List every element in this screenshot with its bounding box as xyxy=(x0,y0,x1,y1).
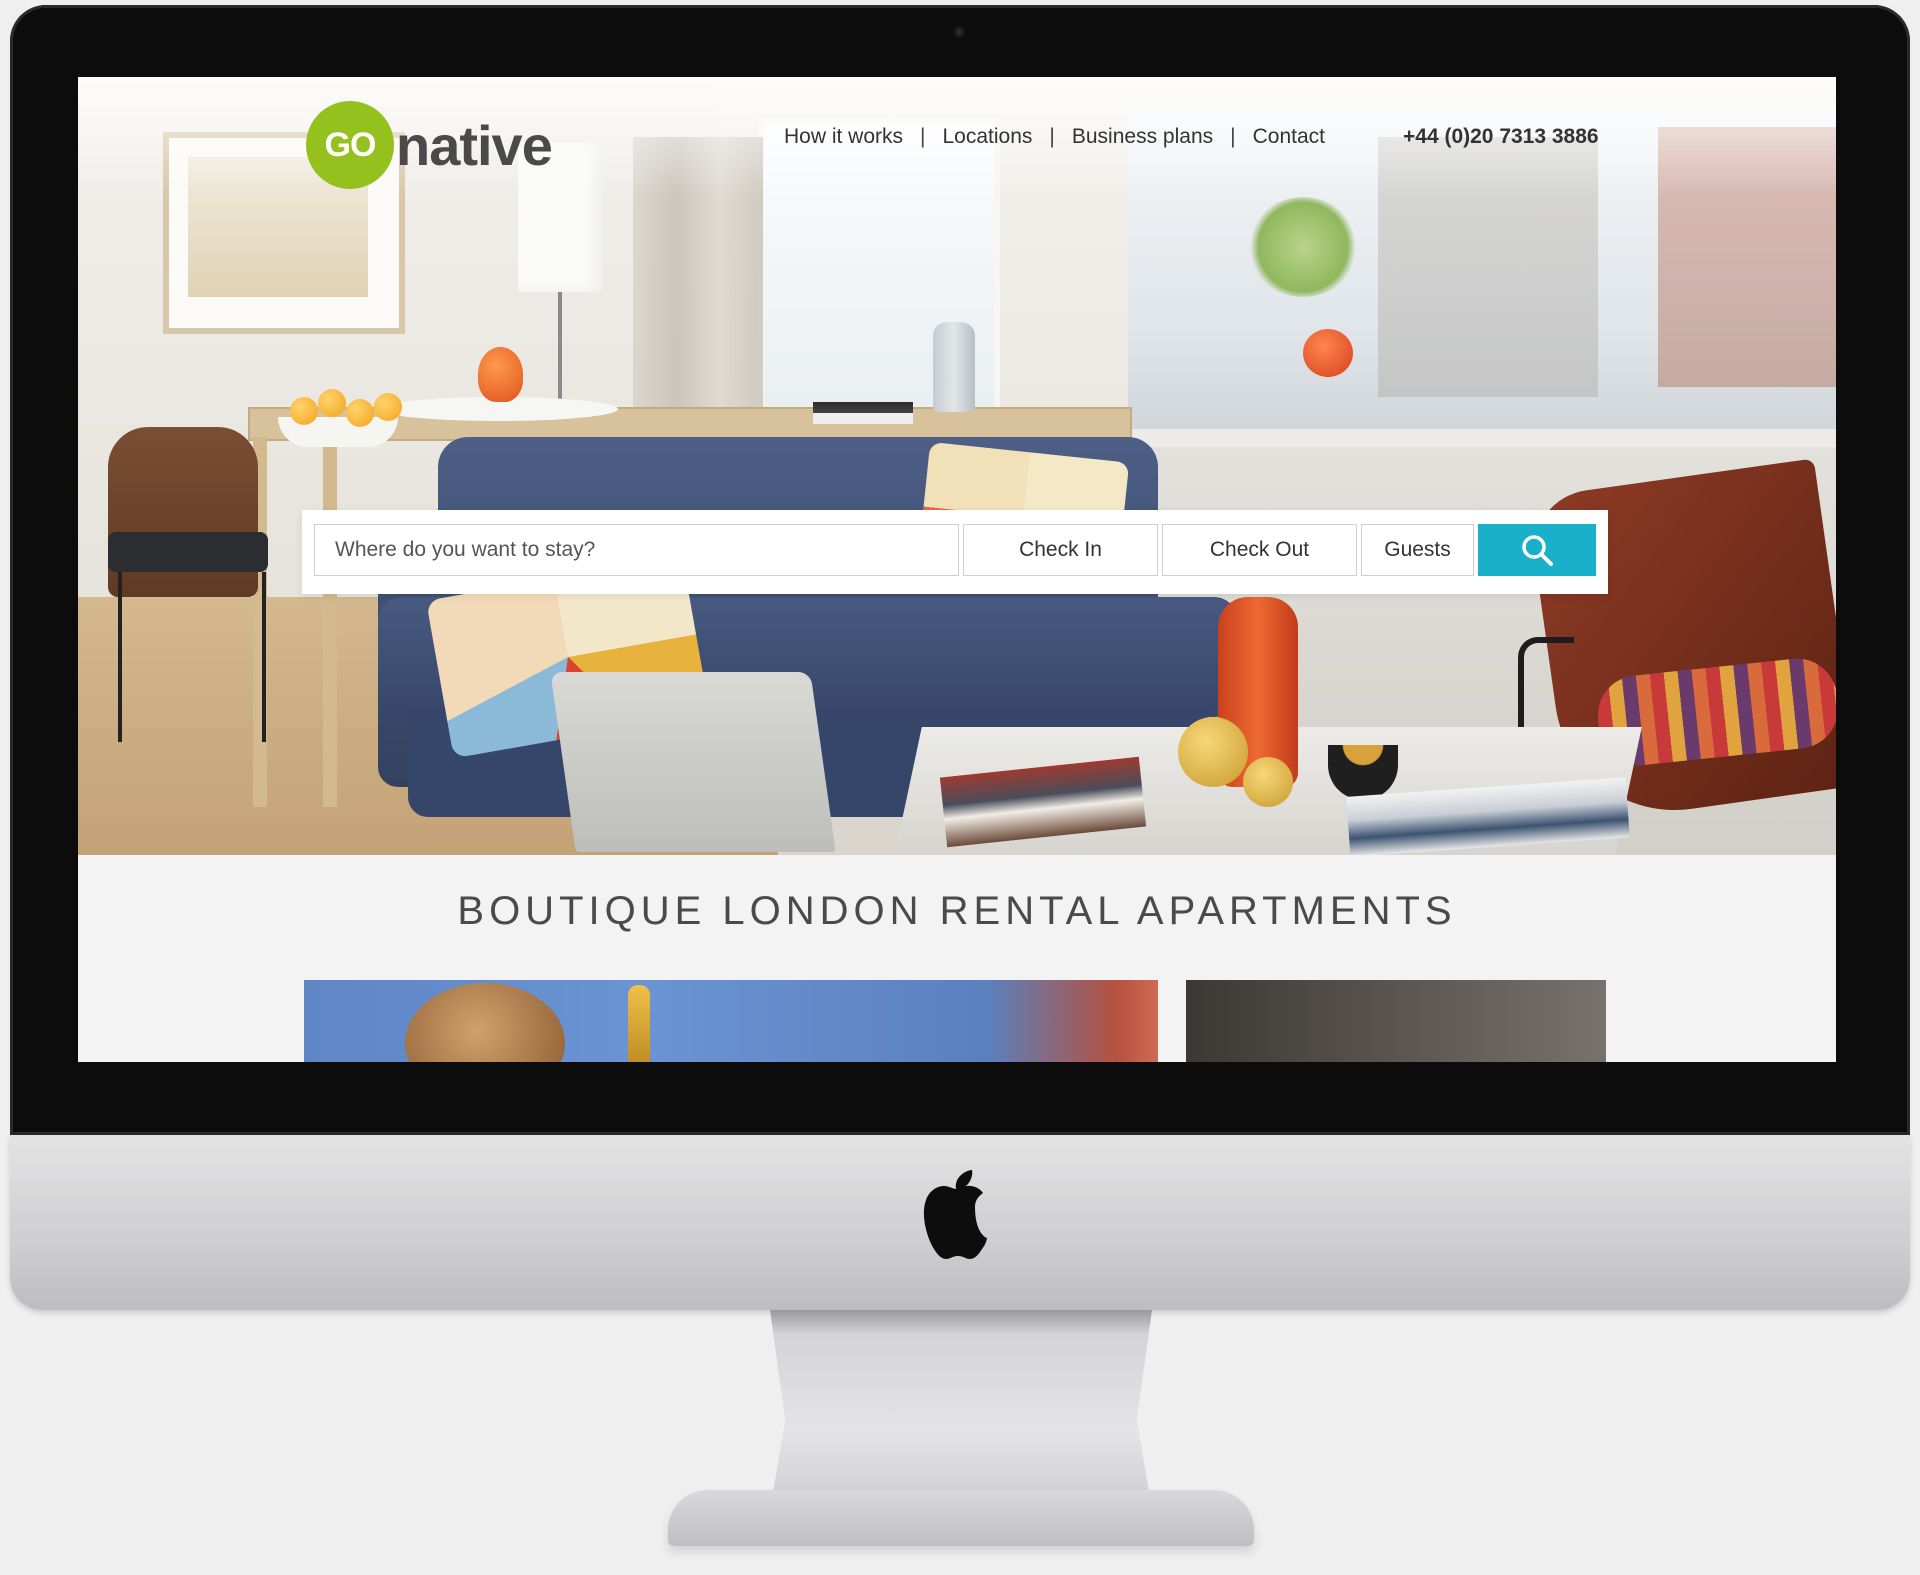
nav-separator: | xyxy=(920,125,926,148)
main-nav: How it works | Locations | Business plan… xyxy=(781,125,1328,149)
logo-badge: GO xyxy=(306,101,394,189)
imac-stand-foot xyxy=(668,1490,1254,1546)
phone-number[interactable]: +44 (0)20 7313 3886 xyxy=(1403,125,1599,149)
nav-separator: | xyxy=(1049,125,1055,148)
camera-icon xyxy=(954,27,964,37)
card-photo-detail xyxy=(628,985,650,1062)
nav-how-it-works[interactable]: How it works xyxy=(781,125,906,149)
feature-card-image[interactable] xyxy=(1186,980,1606,1062)
nav-locations[interactable]: Locations xyxy=(940,125,1036,149)
destination-input[interactable]: Where do you want to stay? xyxy=(314,524,959,576)
nav-business-plans[interactable]: Business plans xyxy=(1069,125,1216,149)
check-out-field[interactable]: Check Out xyxy=(1162,524,1357,576)
hero-image xyxy=(78,77,1836,855)
section-heading: BOUTIQUE LONDON RENTAL APARTMENTS xyxy=(457,889,1457,933)
search-bar: Where do you want to stay? Check In Chec… xyxy=(302,510,1608,594)
search-button[interactable] xyxy=(1478,524,1596,576)
guests-field[interactable]: Guests xyxy=(1361,524,1474,576)
logo-wordmark: native xyxy=(396,113,553,177)
imac-stand-neck xyxy=(770,1310,1152,1510)
nav-separator: | xyxy=(1230,125,1236,148)
site-logo[interactable]: GO native xyxy=(306,101,553,189)
nav-contact[interactable]: Contact xyxy=(1250,125,1328,149)
search-icon xyxy=(1522,535,1553,566)
browser-screen: GO native How it works | Locations | Bus… xyxy=(78,77,1836,1062)
check-in-field[interactable]: Check In xyxy=(963,524,1158,576)
apple-logo-icon xyxy=(923,1170,987,1259)
